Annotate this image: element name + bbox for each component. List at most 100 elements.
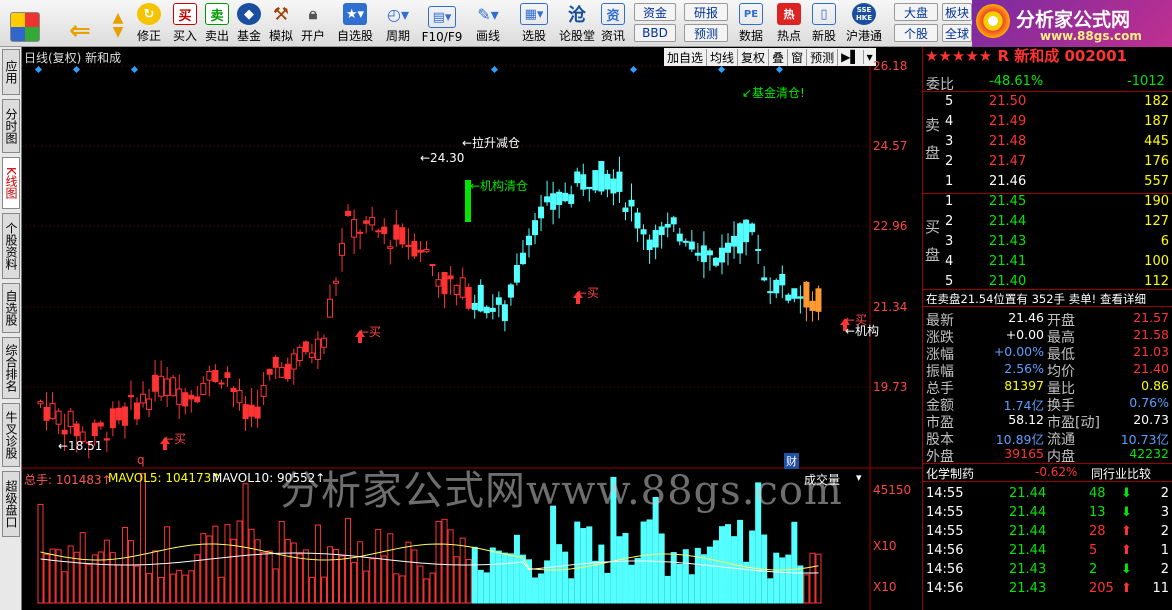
back-button[interactable]: ⇐ <box>60 2 100 46</box>
flag-icon[interactable]: ▶▌ <box>838 50 864 64</box>
candle-body <box>525 235 532 246</box>
volume-bar <box>79 532 86 604</box>
sidebar-tab-selfselect[interactable]: 自选股 <box>2 283 20 333</box>
news-button[interactable]: 资 资讯 <box>598 2 628 44</box>
market-button[interactable]: 大盘 <box>894 3 938 21</box>
capital-button[interactable]: 资金 <box>634 3 676 21</box>
ma-button[interactable]: 均线 <box>707 48 739 66</box>
volume-bar <box>339 555 346 604</box>
industry-name[interactable]: 化学制药 <box>926 465 974 482</box>
stat-value: 39165 <box>1004 446 1044 461</box>
candle-body <box>67 410 74 428</box>
buy-button[interactable]: 买 买入 <box>170 2 200 44</box>
sidebar-tab-app[interactable]: 应用 <box>2 49 20 95</box>
sector-button[interactable]: 板块 <box>942 3 972 21</box>
volume-bar <box>809 552 816 604</box>
sidebar-tab-diagnose[interactable]: 牛叉诊股 <box>2 403 20 467</box>
kline-chart[interactable] <box>22 47 922 610</box>
industry-row[interactable]: 化学制药 -0.62% 同行业比较 <box>923 463 1172 482</box>
candle-body <box>725 242 732 253</box>
sell-level-1[interactable]: 1 21.46 557 <box>923 173 1172 192</box>
hk-connect-button[interactable]: SSE HKE 沪港通 <box>844 2 884 44</box>
data-button[interactable]: PE 数据 <box>734 2 768 44</box>
window-button[interactable]: 窗 <box>788 48 808 66</box>
volume-dropdown-icon[interactable]: ▾ <box>856 471 862 484</box>
fix-button[interactable]: ↻ 修正 <box>134 2 164 44</box>
hot-button[interactable]: 热 热点 <box>774 2 804 44</box>
tick-row: 14:55 21.44 28 ⬆ 2 <box>923 523 1172 542</box>
sell-level-3[interactable]: 3 21.48 445 <box>923 133 1172 152</box>
event-marker-icon[interactable] <box>629 65 638 74</box>
fund-button[interactable]: ◆ 基金 <box>234 2 264 44</box>
stat-row: 涨幅 +0.00% 最低 21.03 <box>923 343 1172 363</box>
event-marker-icon[interactable] <box>130 65 139 74</box>
global-button[interactable]: 全球 <box>942 24 972 42</box>
new-stock-button[interactable]: ▯ 新股 <box>808 2 840 44</box>
sell-level-4[interactable]: 4 21.49 187 <box>923 113 1172 132</box>
buy-level-3[interactable]: 3 21.43 6 <box>923 233 1172 252</box>
sell-level-2[interactable]: 2 21.47 176 <box>923 153 1172 172</box>
y-tick-3: 22.96 <box>873 219 908 233</box>
event-marker-icon[interactable] <box>775 65 784 74</box>
candle-body <box>670 217 677 225</box>
simulate-button[interactable]: ⚒ 模拟 <box>266 2 296 44</box>
site-logo: 分析家公式网 www.88gs.com <box>972 0 1172 47</box>
overlay-button[interactable]: 叠 <box>769 48 789 66</box>
stat-value: 0.76% <box>1129 395 1169 410</box>
notice-row[interactable]: 在卖盘21.54位置有 352手 卖单! 查看详细 <box>923 289 1172 307</box>
kline-chart-panel[interactable]: 日线(复权) 新和成 加自选 均线 复权 叠 窗 预测 ▶▌ ▾ 26.18 2… <box>22 47 922 610</box>
buy-level-2[interactable]: 2 21.44 127 <box>923 213 1172 232</box>
volume-bar <box>797 565 804 604</box>
hk-label: 沪港通 <box>845 29 882 43</box>
add-self-select-button[interactable]: 加自选 <box>664 48 708 66</box>
sidebar-tab-timeshare[interactable]: 分时图 <box>2 99 20 153</box>
level-num: 3 <box>945 234 954 249</box>
level-volume: 187 <box>1144 114 1169 129</box>
sell-button[interactable]: 卖 卖出 <box>202 2 232 44</box>
event-marker-icon[interactable] <box>490 65 499 74</box>
sidebar-tab-superboard[interactable]: 超级盘口 <box>2 471 20 537</box>
event-marker-icon[interactable] <box>72 65 81 74</box>
volume-bar <box>459 537 466 604</box>
research-button[interactable]: 研报 <box>684 3 728 21</box>
event-marker-icon[interactable] <box>717 65 726 74</box>
forecast-button[interactable]: 预测 <box>684 24 728 42</box>
candle-body <box>200 382 207 395</box>
volume-bar <box>592 560 599 604</box>
stat-value: 21.58 <box>1133 327 1169 342</box>
volume-bar <box>574 521 581 604</box>
single-stock-button[interactable]: 个股 <box>894 24 938 42</box>
app-logo-icon <box>10 12 40 42</box>
bbd-button[interactable]: BBD <box>634 24 676 42</box>
app-logo[interactable] <box>6 2 44 44</box>
restore-right-button[interactable]: 复权 <box>738 48 770 66</box>
sidebar-tab-kline[interactable]: K线图 <box>2 157 20 209</box>
volume-bar <box>320 576 327 604</box>
event-marker-icon[interactable] <box>34 65 43 74</box>
volume-bar <box>670 552 677 604</box>
volume-bar <box>423 578 430 604</box>
hot-icon: 热 <box>777 3 801 25</box>
open-account-button[interactable]: 🔒︎ 开户 <box>298 2 328 44</box>
forum-button[interactable]: 沧 论股堂 <box>558 2 596 44</box>
sell-level-5[interactable]: 5 21.50 182 <box>923 93 1172 112</box>
volume-bar <box>664 575 671 604</box>
buy-level-4[interactable]: 4 21.41 100 <box>923 253 1172 272</box>
pick-stock-button[interactable]: ▦▾ 选股 <box>514 2 554 44</box>
industry-compare-button[interactable]: 同行业比较 <box>1091 465 1151 482</box>
candle-body <box>622 207 629 212</box>
f10-button[interactable]: ▤▾ F10/F9 <box>420 2 464 44</box>
page-up-down[interactable]: ▲ ▼ <box>104 2 132 44</box>
notice-text[interactable]: 在卖盘21.54位置有 352手 卖单! 查看详细 <box>926 291 1146 307</box>
sidebar-tab-profile[interactable]: 个股资料 <box>2 213 20 279</box>
forecast-menu-button[interactable]: 预测 <box>807 48 839 66</box>
volume-mid-tick: X10 <box>873 539 897 553</box>
self-select-button[interactable]: ★▾ 自选股 <box>334 2 376 44</box>
sidebar-tab-ranking[interactable]: 综合排名 <box>2 337 20 399</box>
volume-bar <box>453 556 460 604</box>
candle-body <box>453 284 460 295</box>
period-button[interactable]: ◴▾ 周期 <box>380 2 416 44</box>
draw-button[interactable]: ✎▾ 画线 <box>468 2 508 44</box>
candle-body <box>477 284 484 312</box>
buy-level-1[interactable]: 1 21.45 190 <box>923 193 1172 212</box>
